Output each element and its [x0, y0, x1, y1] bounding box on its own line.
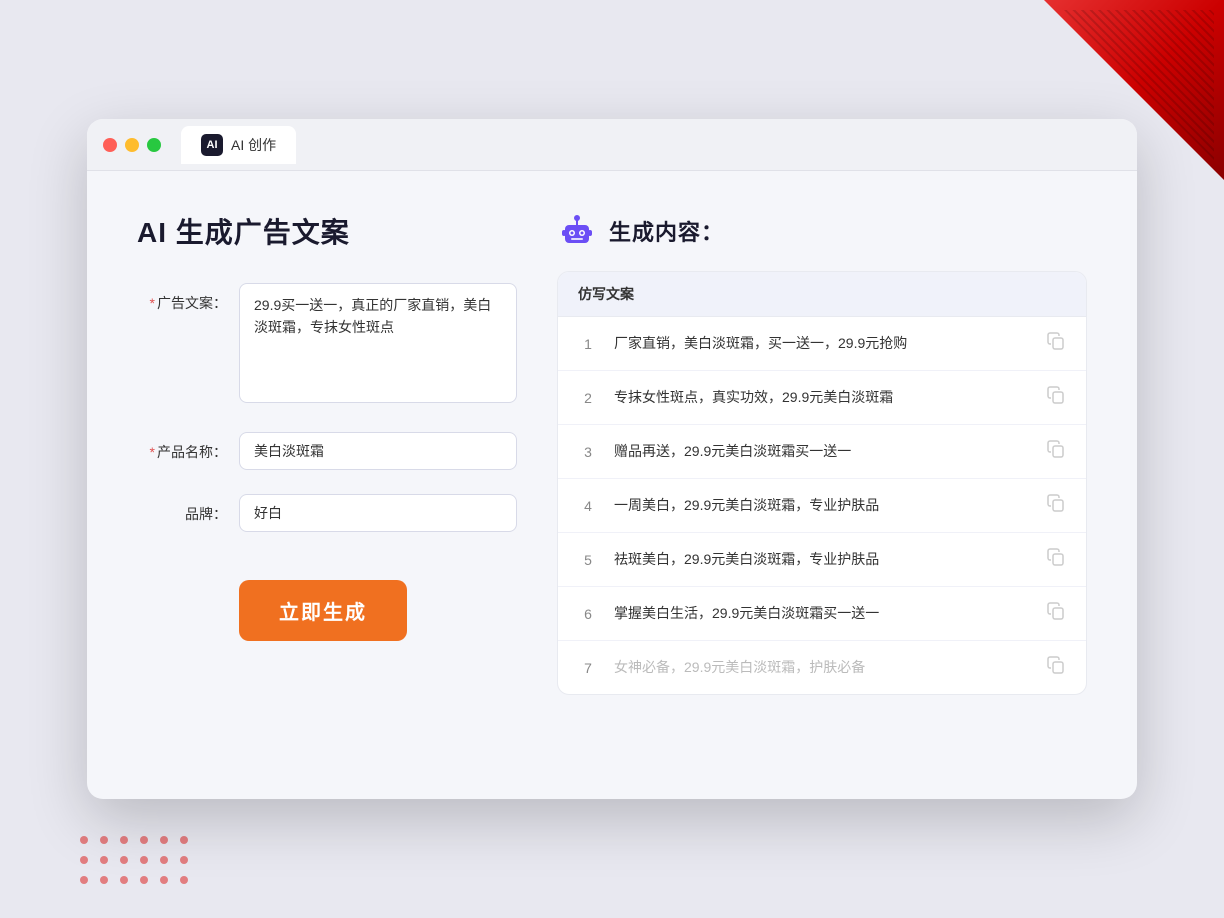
table-row: 1 厂家直销，美白淡斑霜，买一送一，29.9元抢购	[558, 317, 1086, 371]
product-name-input-wrapper	[239, 432, 517, 470]
brand-label: 品牌：	[137, 494, 227, 524]
right-header: 生成内容：	[557, 211, 1087, 251]
left-panel: AI 生成广告文案 *广告文案： 29.9买一送一，真正的厂家直销，美白淡斑霜，…	[137, 211, 517, 695]
table-row: 7 女神必备，29.9元美白淡斑霜，护肤必备	[558, 641, 1086, 694]
row-text: 一周美白，29.9元美白淡斑霜，专业护肤品	[614, 495, 1030, 516]
row-number: 1	[578, 336, 598, 352]
copy-icon[interactable]	[1046, 331, 1066, 356]
ad-copy-group: *广告文案： 29.9买一送一，真正的厂家直销，美白淡斑霜，专抹女性斑点	[137, 283, 517, 408]
product-name-group: *产品名称：	[137, 432, 517, 470]
robot-icon	[557, 211, 597, 251]
right-panel: 生成内容： 仿写文案 1 厂家直销，美白淡斑霜，买一送一，29.9元抢购 2 专抹女…	[557, 211, 1087, 695]
table-header: 仿写文案	[558, 272, 1086, 317]
close-button[interactable]	[103, 138, 117, 152]
row-number: 3	[578, 444, 598, 460]
right-panel-title: 生成内容：	[609, 215, 724, 247]
brand-input-wrapper	[239, 494, 517, 532]
ad-copy-label: *广告文案：	[137, 283, 227, 313]
row-text: 掌握美白生活，29.9元美白淡斑霜买一送一	[614, 603, 1030, 624]
title-bar: AI AI 创作	[87, 119, 1137, 171]
table-row: 6 掌握美白生活，29.9元美白淡斑霜买一送一	[558, 587, 1086, 641]
row-text: 祛斑美白，29.9元美白淡斑霜，专业护肤品	[614, 549, 1030, 570]
row-text: 专抹女性斑点，真实功效，29.9元美白淡斑霜	[614, 387, 1030, 408]
table-row: 5 祛斑美白，29.9元美白淡斑霜，专业护肤品	[558, 533, 1086, 587]
copy-icon[interactable]	[1046, 655, 1066, 680]
ad-copy-textarea[interactable]: 29.9买一送一，真正的厂家直销，美白淡斑霜，专抹女性斑点	[239, 283, 517, 403]
copy-icon[interactable]	[1046, 385, 1066, 410]
table-row: 4 一周美白，29.9元美白淡斑霜，专业护肤品	[558, 479, 1086, 533]
browser-window: AI AI 创作 AI 生成广告文案 *广告文案： 29.9买一送一，真正的厂家…	[87, 119, 1137, 799]
copy-icon[interactable]	[1046, 439, 1066, 464]
dots-decoration	[80, 836, 192, 888]
page-title: AI 生成广告文案	[137, 211, 517, 251]
results-table: 仿写文案 1 厂家直销，美白淡斑霜，买一送一，29.9元抢购 2 专抹女性斑点，真实…	[557, 271, 1087, 695]
traffic-lights	[103, 138, 161, 152]
generate-button[interactable]: 立即生成	[239, 580, 407, 641]
required-star: *	[150, 295, 155, 311]
maximize-button[interactable]	[147, 138, 161, 152]
product-name-label: *产品名称：	[137, 432, 227, 462]
row-text: 女神必备，29.9元美白淡斑霜，护肤必备	[614, 657, 1030, 678]
results-rows: 1 厂家直销，美白淡斑霜，买一送一，29.9元抢购 2 专抹女性斑点，真实功效，29…	[558, 317, 1086, 694]
row-number: 5	[578, 552, 598, 568]
main-content: AI 生成广告文案 *广告文案： 29.9买一送一，真正的厂家直销，美白淡斑霜，…	[87, 171, 1137, 735]
ad-copy-input-wrapper: 29.9买一送一，真正的厂家直销，美白淡斑霜，专抹女性斑点	[239, 283, 517, 408]
table-row: 2 专抹女性斑点，真实功效，29.9元美白淡斑霜	[558, 371, 1086, 425]
brand-input[interactable]	[239, 494, 517, 532]
row-text: 厂家直销，美白淡斑霜，买一送一，29.9元抢购	[614, 333, 1030, 354]
row-text: 赠品再送，29.9元美白淡斑霜买一送一	[614, 441, 1030, 462]
required-star-2: *	[150, 444, 155, 460]
copy-icon[interactable]	[1046, 601, 1066, 626]
ai-tab[interactable]: AI AI 创作	[181, 126, 296, 164]
minimize-button[interactable]	[125, 138, 139, 152]
row-number: 7	[578, 660, 598, 676]
copy-icon[interactable]	[1046, 547, 1066, 572]
table-row: 3 赠品再送，29.9元美白淡斑霜买一送一	[558, 425, 1086, 479]
row-number: 6	[578, 606, 598, 622]
copy-icon[interactable]	[1046, 493, 1066, 518]
product-name-input[interactable]	[239, 432, 517, 470]
brand-group: 品牌：	[137, 494, 517, 532]
ai-tab-icon: AI	[201, 134, 223, 156]
row-number: 4	[578, 498, 598, 514]
row-number: 2	[578, 390, 598, 406]
ai-tab-label: AI 创作	[231, 135, 276, 155]
